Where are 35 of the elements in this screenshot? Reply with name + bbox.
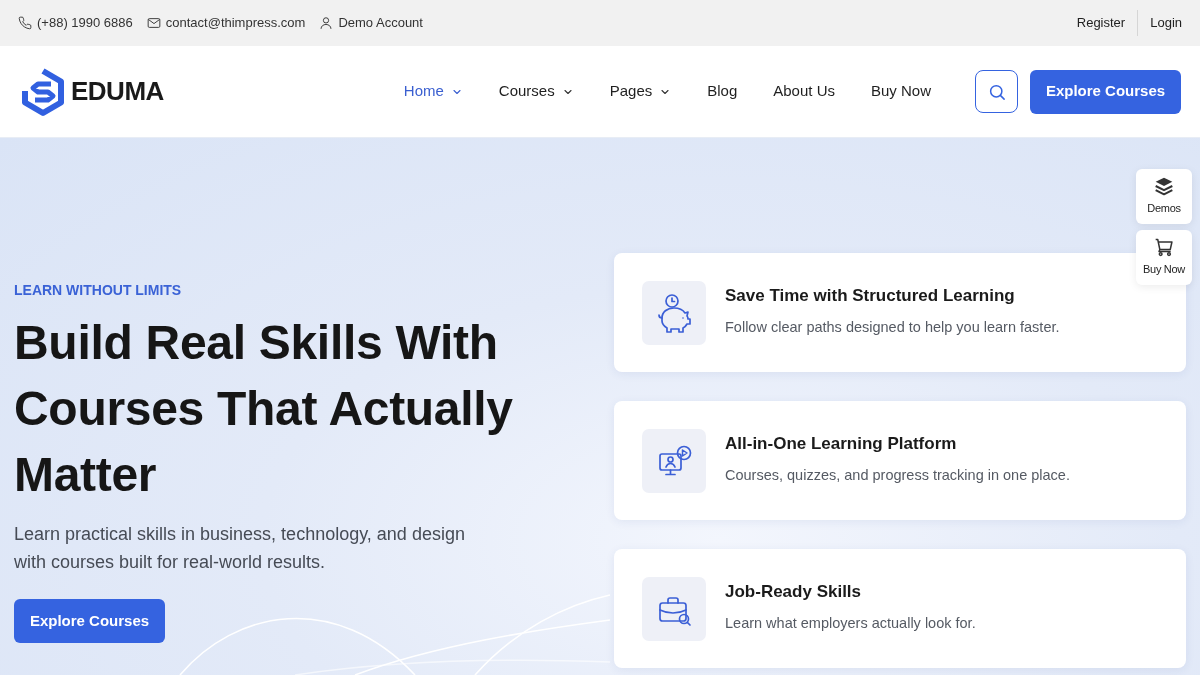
piggy-bank-icon xyxy=(642,280,706,345)
contact-text: (+88) 1990 6886 xyxy=(37,14,133,33)
top-link[interactable]: Login xyxy=(1150,13,1182,33)
feature-description: Courses, quizzes, and progress tracking in one place. xyxy=(725,465,1070,485)
user-icon xyxy=(319,16,334,30)
side-widget-button[interactable]: Buy Now xyxy=(1136,230,1192,285)
nav-link[interactable]: Pages xyxy=(609,80,672,103)
layers-icon xyxy=(1154,176,1174,197)
feature-title: Save Time with Structured Learning xyxy=(725,284,1016,307)
side-widget-button[interactable]: Demos xyxy=(1136,169,1192,224)
feature-description: Follow clear paths designed to help you learn faster. xyxy=(725,317,1060,337)
envelope-icon xyxy=(146,16,161,30)
monitor-icon xyxy=(642,428,706,493)
nav-link[interactable]: Courses xyxy=(498,80,574,103)
search-button[interactable] xyxy=(975,70,1018,113)
cart-icon xyxy=(1154,237,1174,258)
hero-heading: Build Real Skills With Courses That Actually Matter xyxy=(14,315,514,503)
nav-link[interactable]: Blog xyxy=(707,80,738,103)
explore-courses-button[interactable]: Explore Courses xyxy=(1030,69,1181,114)
phone-icon xyxy=(18,16,32,30)
nav-link[interactable]: Buy Now xyxy=(870,80,931,103)
hero-description: Learn practical skills in business, technology, and design with courses built for real-world results. xyxy=(14,523,466,574)
logo-text[interactable]: EDUMA xyxy=(71,72,164,111)
feature-description: Learn what employers actually look for. xyxy=(725,613,976,633)
search-icon xyxy=(987,82,1006,101)
demo-account-link[interactable]: Demo Account xyxy=(338,13,423,33)
eyebrow-text: LEARN WITHOUT LIMITS xyxy=(14,281,182,300)
briefcase-search-icon xyxy=(642,576,706,641)
feature-title: All-in-One Learning Platform xyxy=(725,432,958,455)
nav-link[interactable]: About Us xyxy=(773,80,835,103)
contact-text: contact@thimpress.com xyxy=(165,14,306,33)
explore-courses-button[interactable]: Explore Courses xyxy=(14,599,165,643)
top-link[interactable]: Register xyxy=(1076,13,1126,33)
feature-title: Job-Ready Skills xyxy=(725,580,863,603)
nav-link[interactable]: Home xyxy=(403,80,463,103)
